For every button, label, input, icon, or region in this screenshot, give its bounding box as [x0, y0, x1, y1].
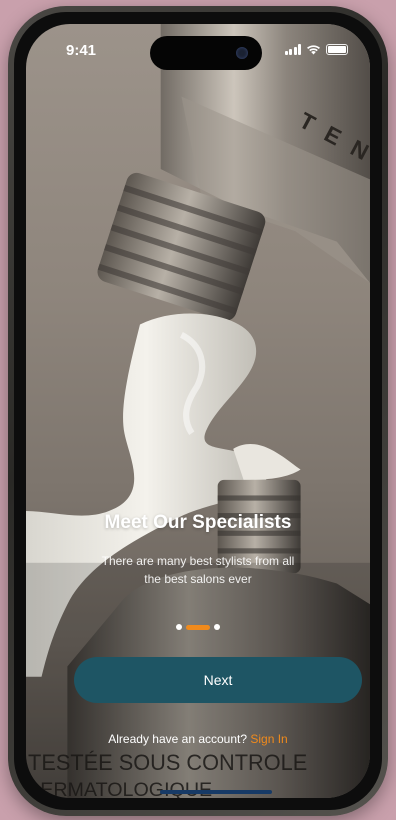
- dynamic-island: [150, 36, 262, 70]
- wifi-icon: [307, 45, 320, 55]
- home-indicator[interactable]: [160, 790, 272, 794]
- status-bar-icons: [284, 44, 348, 55]
- signal-icon: [284, 44, 301, 55]
- page-dot[interactable]: [214, 624, 220, 630]
- phone-frame: TEN TESTÉE SOUS CONTROLE DERMATOLOGIQUE …: [8, 6, 388, 816]
- tube-lettering-line-1: TESTÉE SOUS CONTROLE: [28, 750, 307, 775]
- page-dot[interactable]: [176, 624, 182, 630]
- front-camera-icon: [236, 47, 248, 59]
- sign-in-prompt: Already have an account? Sign In: [26, 732, 370, 746]
- next-button[interactable]: Next: [74, 657, 362, 703]
- battery-icon: [326, 44, 348, 55]
- onboarding-subtitle: There are many best stylists from all th…: [101, 554, 295, 586]
- page-dot-active[interactable]: [186, 624, 210, 630]
- tube-lettering-line-2: DERMATOLOGIQUE: [26, 779, 212, 798]
- app-screen: TEN TESTÉE SOUS CONTROLE DERMATOLOGIQUE …: [26, 24, 370, 798]
- onboarding-title: Meet Our Specialists: [104, 512, 292, 533]
- page-indicator: [26, 624, 370, 630]
- account-prompt-text: Already have an account?: [108, 732, 248, 746]
- sign-in-link[interactable]: Sign In: [250, 732, 287, 746]
- battery-level: [328, 46, 346, 53]
- status-bar-time: 9:41: [66, 42, 97, 59]
- phone-bezel: TEN TESTÉE SOUS CONTROLE DERMATOLOGIQUE …: [14, 12, 382, 810]
